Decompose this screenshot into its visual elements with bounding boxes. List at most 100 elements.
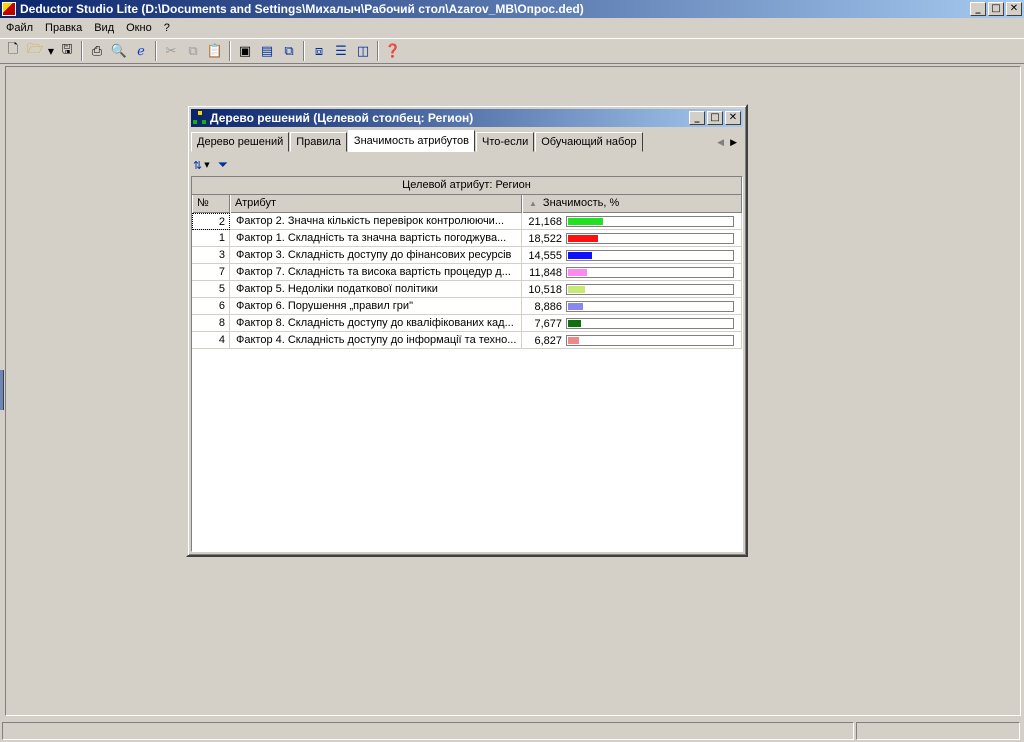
- save-icon[interactable]: 🖫: [56, 40, 78, 62]
- wizard-icon[interactable]: ▣: [234, 40, 256, 62]
- sort-dropdown-icon[interactable]: ▼: [204, 156, 209, 174]
- significance-value: 11,848: [529, 266, 562, 279]
- row-number: 3: [192, 247, 230, 264]
- table-row[interactable]: 6 Фактор 6. Порушення „правил гри" 8,886: [192, 298, 742, 315]
- tile-vertical-icon[interactable]: ◫: [352, 40, 374, 62]
- row-attribute: Фактор 2. Значна кількість перевірок кон…: [230, 213, 522, 230]
- tab-scroll-right-icon[interactable]: ▶: [730, 137, 737, 148]
- menu-file[interactable]: Файл: [0, 22, 39, 34]
- main-toolbar: 🗋 🗁 ▼ 🖫 ⎙ 🔍 ℯ ✂ ⧉ 📋 ▣ ▤ ⧉ ⧈ ☰ ◫ ❓: [0, 38, 1024, 64]
- cascade-icon[interactable]: ⧈: [308, 40, 330, 62]
- decision-tree-window: Дерево решений (Целевой столбец: Регион)…: [186, 104, 748, 557]
- significance-bar-fill: [568, 337, 579, 344]
- app-icon[interactable]: [2, 2, 16, 16]
- close-button[interactable]: ✕: [1006, 2, 1022, 16]
- toolbar-separator: [81, 41, 83, 61]
- table-row[interactable]: 3 Фактор 3. Складність доступу до фінансо…: [192, 247, 742, 264]
- row-significance: 10,518: [522, 281, 742, 298]
- tab-rules[interactable]: Правила: [290, 132, 347, 152]
- menu-window[interactable]: Окно: [120, 22, 158, 34]
- significance-bar-fill: [568, 218, 603, 225]
- app-title: Deductor Studio Lite (D:\Documents and S…: [20, 2, 584, 16]
- row-attribute: Фактор 7. Складність та висока вартість …: [230, 264, 522, 281]
- menu-help[interactable]: ?: [158, 22, 176, 34]
- table-row[interactable]: 7 Фактор 7. Складність та висока вартість…: [192, 264, 742, 281]
- copy-icon[interactable]: ⧉: [182, 40, 204, 62]
- open-dropdown-icon[interactable]: ▼: [46, 40, 56, 62]
- table-row[interactable]: 4 Фактор 4. Складність доступу до інформа…: [192, 332, 742, 349]
- significance-bar-fill: [568, 320, 581, 327]
- child-minimize-button[interactable]: _: [689, 111, 705, 125]
- column-header-number[interactable]: №: [192, 195, 230, 213]
- row-attribute: Фактор 5. Недоліки податкової політики: [230, 281, 522, 298]
- toolbar-separator: [303, 41, 305, 61]
- tile-horizontal-icon[interactable]: ☰: [330, 40, 352, 62]
- new-icon[interactable]: 🗋: [2, 40, 24, 62]
- tab-training-set[interactable]: Обучающий набор: [535, 132, 643, 152]
- status-bar: [0, 720, 1024, 742]
- target-attribute-header: Целевой атрибут: Регион: [192, 177, 742, 195]
- table-row[interactable]: 8 Фактор 8. Складність доступу до кваліфі…: [192, 315, 742, 332]
- menu-edit[interactable]: Правка: [39, 22, 88, 34]
- app-title-bar[interactable]: Deductor Studio Lite (D:\Documents and S…: [0, 0, 1024, 18]
- significance-bar: [566, 301, 734, 312]
- tab-strip: Дерево решений Правила Значимость атрибу…: [191, 130, 743, 152]
- child-close-button[interactable]: ✕: [725, 111, 741, 125]
- side-panel-handle[interactable]: [0, 370, 4, 410]
- report-icon[interactable]: ▤: [256, 40, 278, 62]
- row-attribute: Фактор 8. Складність доступу до кваліфік…: [230, 315, 522, 332]
- table-row[interactable]: 2 Фактор 2. Значна кількість перевірок ко…: [192, 213, 742, 230]
- column-header-significance-label: Значимость, %: [542, 197, 620, 209]
- row-attribute: Фактор 4. Складність доступу до інформац…: [230, 332, 522, 349]
- grid-body: 2 Фактор 2. Значна кількість перевірок ко…: [192, 213, 742, 349]
- paste-icon[interactable]: 📋: [204, 40, 226, 62]
- significance-value: 21,168: [528, 215, 562, 228]
- significance-value: 14,555: [528, 249, 562, 262]
- significance-bar: [566, 318, 734, 329]
- row-significance: 11,848: [522, 264, 742, 281]
- significance-value: 8,886: [534, 300, 562, 313]
- row-number: 8: [192, 315, 230, 332]
- tab-attribute-significance[interactable]: Значимость атрибутов: [347, 130, 476, 152]
- open-icon[interactable]: 🗁: [24, 40, 46, 62]
- sort-icon[interactable]: ⇅: [193, 156, 202, 174]
- tab-what-if[interactable]: Что-если: [476, 132, 535, 152]
- table-row[interactable]: 5 Фактор 5. Недоліки податкової політики 1…: [192, 281, 742, 298]
- tab-scroll-left-icon[interactable]: ◀: [717, 137, 724, 148]
- child-maximize-button[interactable]: □: [707, 111, 723, 125]
- significance-bar: [566, 267, 734, 278]
- sort-asc-icon: ▲: [529, 199, 537, 208]
- minimize-button[interactable]: _: [970, 2, 986, 16]
- toolbar-separator: [377, 41, 379, 61]
- significance-bar: [566, 250, 734, 261]
- ie-icon[interactable]: ℯ: [130, 40, 152, 62]
- significance-bar-fill: [568, 269, 587, 276]
- cut-icon[interactable]: ✂: [160, 40, 182, 62]
- significance-value: 10,518: [528, 283, 562, 296]
- significance-bar-fill: [568, 252, 592, 259]
- significance-value: 6,827: [534, 334, 562, 347]
- tab-decision-tree[interactable]: Дерево решений: [191, 132, 290, 152]
- significance-bar: [566, 233, 734, 244]
- status-panel-main: [2, 722, 854, 740]
- menu-view[interactable]: Вид: [88, 22, 120, 34]
- filter-icon[interactable]: ⏷: [218, 156, 228, 174]
- table-row[interactable]: 1 Фактор 1. Складність та значна вартість…: [192, 230, 742, 247]
- grid-toolbar: ⇅ ▼ ⏷: [191, 154, 743, 176]
- row-attribute: Фактор 1. Складність та значна вартість …: [230, 230, 522, 247]
- print-preview-icon[interactable]: 🔍: [108, 40, 130, 62]
- windows-icon[interactable]: ⧉: [278, 40, 300, 62]
- maximize-button[interactable]: □: [988, 2, 1004, 16]
- child-title-bar[interactable]: Дерево решений (Целевой столбец: Регион)…: [191, 109, 743, 127]
- significance-bar-fill: [568, 303, 583, 310]
- column-header-attribute[interactable]: Атрибут: [230, 195, 522, 213]
- help-icon[interactable]: ❓: [382, 40, 404, 62]
- row-significance: 8,886: [522, 298, 742, 315]
- row-number: 6: [192, 298, 230, 315]
- child-window-title: Дерево решений (Целевой столбец: Регион): [210, 111, 474, 125]
- decision-tree-icon: [193, 111, 207, 125]
- significance-value: 7,677: [534, 317, 562, 330]
- print-icon[interactable]: ⎙: [86, 40, 108, 62]
- column-header-significance[interactable]: ▲ Значимость, %: [522, 195, 742, 213]
- row-number: 5: [192, 281, 230, 298]
